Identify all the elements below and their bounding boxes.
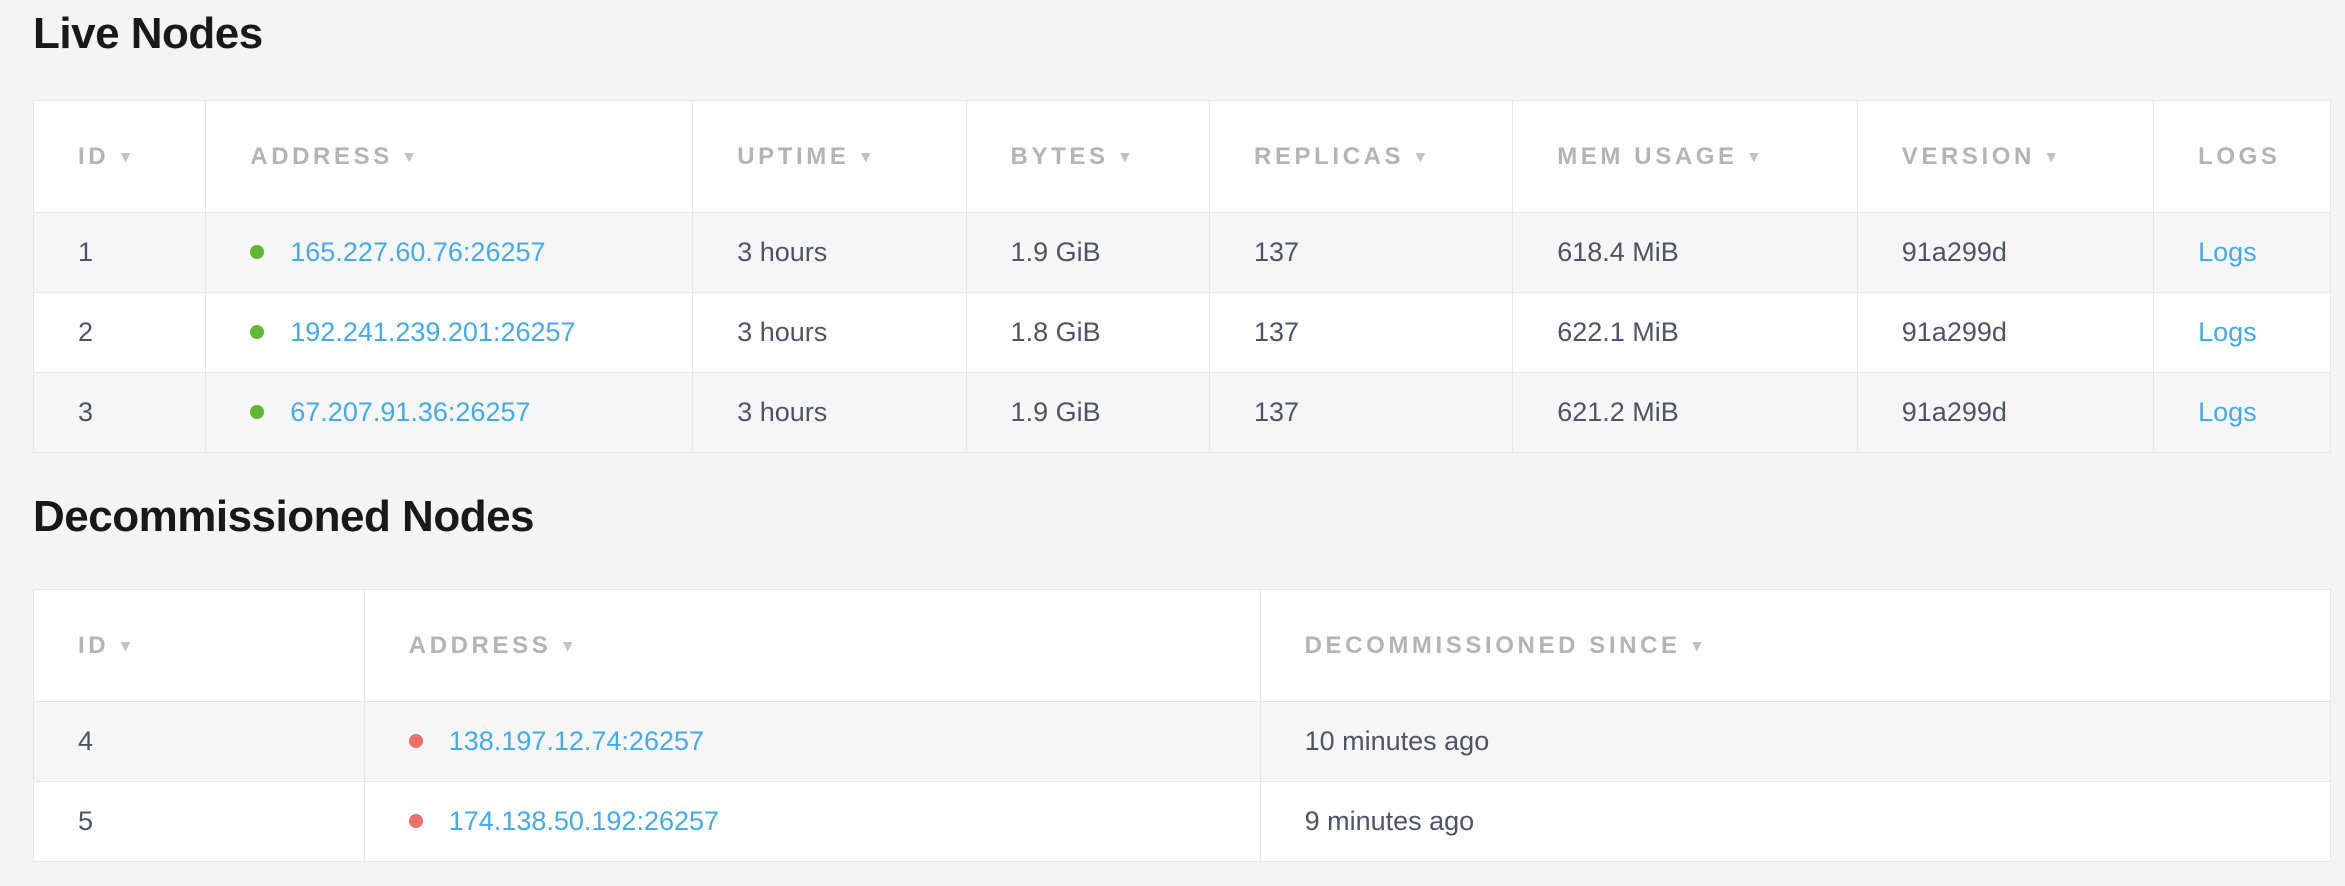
decommissioned-since-cell: 10 minutes ago (1260, 702, 2330, 782)
sort-arrow-icon: ▾ (2047, 147, 2056, 166)
sort-arrow-icon: ▾ (1750, 147, 1759, 166)
column-header-decommissioned-since[interactable]: DECOMMISSIONED SINCE ▾ (1260, 590, 2330, 702)
sort-arrow-icon: ▾ (1416, 147, 1425, 166)
sort-arrow-icon: ▾ (405, 147, 414, 166)
node-mem-usage-cell: 618.4 MiB (1513, 213, 1858, 293)
column-header-bytes[interactable]: BYTES ▾ (966, 101, 1209, 213)
column-header-id[interactable]: ID ▾ (34, 101, 206, 213)
node-uptime-cell: 3 hours (693, 213, 966, 293)
column-header-label: MEM USAGE (1557, 143, 1737, 170)
node-id-cell: 3 (34, 373, 206, 453)
node-address-cell: 165.227.60.76:26257 (206, 213, 693, 293)
column-header-uptime[interactable]: UPTIME ▾ (693, 101, 966, 213)
node-address-link[interactable]: 165.227.60.76:26257 (290, 237, 545, 267)
sort-arrow-icon: ▾ (121, 636, 130, 655)
node-address-link[interactable]: 192.241.239.201:26257 (290, 317, 575, 347)
node-id-cell: 2 (34, 293, 206, 373)
node-address-cell: 192.241.239.201:26257 (206, 293, 693, 373)
column-header-address[interactable]: ADDRESS ▾ (206, 101, 693, 213)
table-row: 2 192.241.239.201:26257 3 hours 1.8 GiB … (34, 293, 2331, 373)
logs-link[interactable]: Logs (2198, 237, 2257, 267)
column-header-label: ID (78, 632, 109, 659)
live-status-dot-icon (250, 245, 264, 259)
decommissioned-status-dot-icon (409, 814, 423, 828)
table-row: 4 138.197.12.74:26257 10 minutes ago (34, 702, 2331, 782)
decommissioned-nodes-header-row: ID ▾ ADDRESS ▾ DECOMMISSIONED SINCE ▾ (34, 590, 2331, 702)
column-header-mem-usage[interactable]: MEM USAGE ▾ (1513, 101, 1858, 213)
column-header-address[interactable]: ADDRESS ▾ (364, 590, 1260, 702)
column-header-replicas[interactable]: REPLICAS ▾ (1210, 101, 1513, 213)
column-header-label: BYTES (1011, 143, 1109, 170)
node-address-cell: 174.138.50.192:26257 (364, 782, 1260, 862)
column-header-label: ID (78, 143, 109, 170)
node-address-link[interactable]: 67.207.91.36:26257 (290, 397, 530, 427)
column-header-label: ADDRESS (409, 632, 552, 659)
table-row: 3 67.207.91.36:26257 3 hours 1.9 GiB 137… (34, 373, 2331, 453)
logs-link[interactable]: Logs (2198, 317, 2257, 347)
node-address-link[interactable]: 174.138.50.192:26257 (449, 806, 719, 836)
column-header-label: REPLICAS (1254, 143, 1404, 170)
column-header-id[interactable]: ID ▾ (34, 590, 365, 702)
live-status-dot-icon (250, 405, 264, 419)
table-row: 1 165.227.60.76:26257 3 hours 1.9 GiB 13… (34, 213, 2331, 293)
node-address-cell: 67.207.91.36:26257 (206, 373, 693, 453)
sort-arrow-icon: ▾ (1693, 636, 1702, 655)
node-version-cell: 91a299d (1857, 213, 2153, 293)
sort-arrow-icon: ▾ (862, 147, 871, 166)
node-mem-usage-cell: 621.2 MiB (1513, 373, 1858, 453)
column-header-version[interactable]: VERSION ▾ (1857, 101, 2153, 213)
decommissioned-nodes-title: Decommissioned Nodes (33, 489, 2331, 545)
node-address-link[interactable]: 138.197.12.74:26257 (449, 726, 704, 756)
node-mem-usage-cell: 622.1 MiB (1513, 293, 1858, 373)
node-version-cell: 91a299d (1857, 293, 2153, 373)
decommissioned-since-cell: 9 minutes ago (1260, 782, 2330, 862)
column-header-label: UPTIME (737, 143, 849, 170)
node-address-cell: 138.197.12.74:26257 (364, 702, 1260, 782)
table-row: 5 174.138.50.192:26257 9 minutes ago (34, 782, 2331, 862)
sort-arrow-icon: ▾ (563, 636, 572, 655)
live-status-dot-icon (250, 325, 264, 339)
node-replicas-cell: 137 (1210, 373, 1513, 453)
node-bytes-cell: 1.9 GiB (966, 373, 1209, 453)
decommissioned-nodes-table: ID ▾ ADDRESS ▾ DECOMMISSIONED SINCE ▾ 4 138… (33, 589, 2331, 862)
column-header-label: LOGS (2198, 143, 2280, 170)
live-nodes-title: Live Nodes (33, 6, 2331, 62)
nodes-overview-page: Live Nodes ID ▾ ADDRESS ▾ UPTIME ▾ BYTES ▾ R… (0, 6, 2345, 862)
node-id-cell: 5 (34, 782, 365, 862)
node-logs-cell: Logs (2154, 373, 2331, 453)
node-bytes-cell: 1.9 GiB (966, 213, 1209, 293)
node-version-cell: 91a299d (1857, 373, 2153, 453)
live-nodes-table: ID ▾ ADDRESS ▾ UPTIME ▾ BYTES ▾ REPLICAS ▾ ME… (33, 100, 2331, 453)
node-id-cell: 1 (34, 213, 206, 293)
live-nodes-header-row: ID ▾ ADDRESS ▾ UPTIME ▾ BYTES ▾ REPLICAS ▾ ME… (34, 101, 2331, 213)
decommissioned-status-dot-icon (409, 734, 423, 748)
column-header-label: ADDRESS (250, 143, 393, 170)
node-uptime-cell: 3 hours (693, 373, 966, 453)
logs-link[interactable]: Logs (2198, 397, 2257, 427)
node-logs-cell: Logs (2154, 293, 2331, 373)
node-logs-cell: Logs (2154, 213, 2331, 293)
sort-arrow-icon: ▾ (121, 147, 130, 166)
node-id-cell: 4 (34, 702, 365, 782)
sort-arrow-icon: ▾ (1121, 147, 1130, 166)
node-replicas-cell: 137 (1210, 213, 1513, 293)
node-bytes-cell: 1.8 GiB (966, 293, 1209, 373)
node-uptime-cell: 3 hours (693, 293, 966, 373)
column-header-label: DECOMMISSIONED SINCE (1305, 632, 1681, 659)
column-header-logs: LOGS (2154, 101, 2331, 213)
node-replicas-cell: 137 (1210, 293, 1513, 373)
column-header-label: VERSION (1902, 143, 2035, 170)
